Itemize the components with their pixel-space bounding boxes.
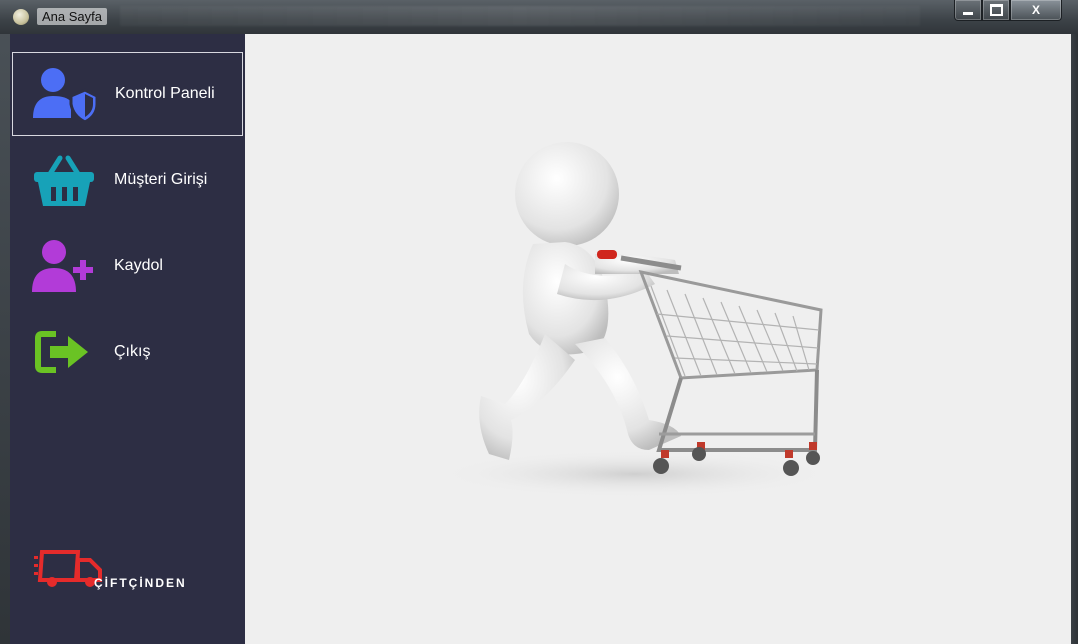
user-shield-icon [33,68,99,122]
sidebar-item-cikis[interactable]: Çıkış [12,310,243,394]
minimize-icon [963,11,973,15]
sign-out-icon [35,331,88,373]
close-button[interactable]: X [1010,0,1062,21]
window-controls: X [954,0,1062,21]
titlebar-glass [120,6,920,26]
sidebar-item-label: Çıkış [114,343,151,360]
sidebar-item-label: Kaydol [114,257,163,274]
sidebar-item-label: Müşteri Girişi [114,171,208,188]
shopping-basket-icon [34,155,94,206]
window-border-right [1071,34,1078,644]
app-icon [13,9,29,25]
close-icon: X [1031,3,1040,17]
logo-text: ÇİFTÇİNDEN [94,576,187,590]
title-bar[interactable]: Ana Sayfa X [0,0,1078,34]
minimize-button[interactable] [954,0,982,21]
user-plus-icon [32,240,93,292]
sidebar-item-kontrol-paneli[interactable]: Kontrol Paneli [12,52,243,136]
maximize-icon [989,4,1003,16]
window-title: Ana Sayfa [37,8,107,25]
shopping-cart-figure [445,142,835,498]
sidebar-item-musteri-girisi[interactable]: Müşteri Girişi [12,138,243,222]
sidebar: Kontrol Paneli Müşteri Girişi Kaydol Çık… [10,34,245,644]
main-content [245,34,1071,644]
sidebar-item-kaydol[interactable]: Kaydol [12,224,243,308]
maximize-button[interactable] [982,0,1010,21]
sidebar-item-label: Kontrol Paneli [115,85,215,102]
brand-logo: ÇİFTÇİNDEN [34,544,224,594]
app-window: Ana Sayfa X Kontrol Paneli Müşteri Giriş… [0,0,1078,644]
